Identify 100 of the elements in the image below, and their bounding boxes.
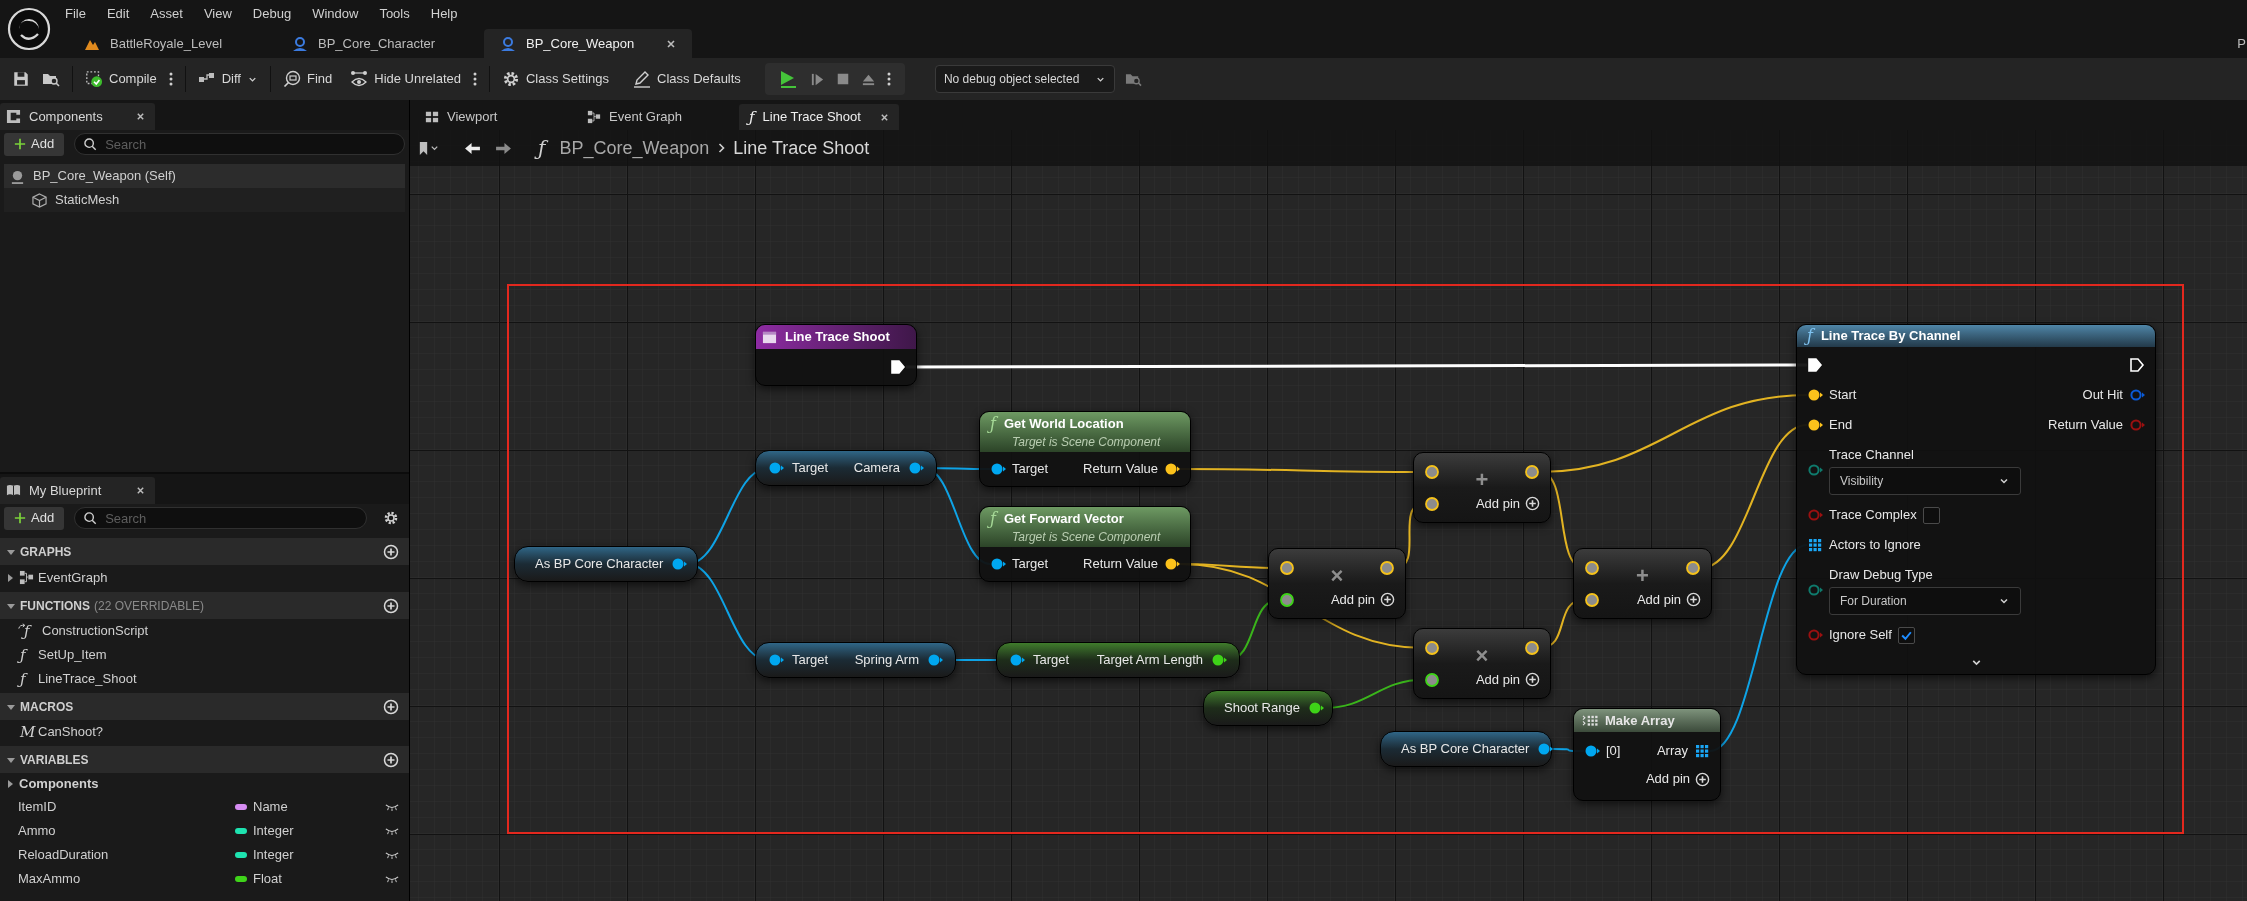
back-arrow-icon[interactable]	[464, 141, 481, 155]
add-pin-button[interactable]: Add pin	[1475, 494, 1540, 514]
data-pin[interactable]	[1424, 640, 1440, 656]
forward-arrow-icon[interactable]	[495, 141, 512, 155]
data-pin[interactable]	[990, 461, 1006, 477]
add-icon[interactable]	[383, 751, 399, 768]
menu-item[interactable]: Window	[305, 4, 366, 24]
data-pin[interactable]	[1164, 461, 1180, 477]
add-pin-button[interactable]: Add pin	[1330, 590, 1395, 610]
data-pin[interactable]	[1279, 560, 1295, 576]
breadcrumb-item[interactable]: Line Trace Shoot	[733, 134, 870, 162]
array-pin[interactable]	[1807, 537, 1823, 553]
list-item[interactable]: ReloadDuration Integer	[0, 843, 409, 867]
graph-node[interactable]: + Add pin	[1413, 452, 1551, 523]
toolbar-button[interactable]: Find	[276, 64, 339, 94]
exec-pin[interactable]	[2129, 357, 2145, 373]
add-icon[interactable]	[383, 543, 399, 560]
graph-tab[interactable]: Event Graph	[577, 104, 737, 130]
section-header[interactable]: MACROS	[0, 693, 409, 720]
data-pin[interactable]	[1584, 560, 1600, 576]
toolbar-button[interactable]: Diff	[191, 64, 264, 94]
list-item[interactable]: ƒ ConstructionScript	[0, 619, 409, 643]
panel-tab[interactable]: My Blueprint	[0, 477, 155, 504]
data-pin[interactable]	[1524, 464, 1540, 480]
expand-arrow-icon[interactable]	[5, 572, 15, 583]
closed-eye-icon[interactable]	[385, 826, 399, 836]
data-pin[interactable]	[1164, 556, 1180, 572]
data-pin[interactable]	[1211, 652, 1227, 668]
data-pin[interactable]	[1424, 464, 1440, 480]
data-pin[interactable]	[1584, 743, 1600, 759]
logo-icon[interactable]	[7, 7, 51, 51]
search-field[interactable]: Search	[74, 133, 405, 155]
add-button[interactable]: Add	[4, 132, 65, 156]
tree-item[interactable]: StaticMesh	[4, 188, 405, 212]
dropdown[interactable]: Visibility	[1829, 467, 2021, 496]
add-pin-button[interactable]: Add pin	[1475, 670, 1540, 690]
menu-item[interactable]: Edit	[99, 4, 137, 24]
toolbar-button[interactable]: Class Settings	[495, 64, 616, 94]
menu-item[interactable]: Help	[423, 4, 465, 24]
list-item[interactable]: M CanShoot?	[0, 720, 409, 744]
more-options-icon[interactable]	[472, 71, 477, 87]
graph-node[interactable]: × Add pin	[1413, 628, 1551, 699]
section-header[interactable]: FUNCTIONS (22 OVERRIDABLE)	[0, 592, 409, 619]
data-pin[interactable]	[1807, 417, 1823, 433]
data-pin[interactable]	[1537, 741, 1554, 757]
array-pin[interactable]	[1694, 743, 1710, 759]
document-tab[interactable]: BP_Core_Character	[276, 29, 484, 58]
menu-item[interactable]: Tools	[372, 4, 417, 24]
data-pin[interactable]	[768, 460, 784, 476]
toolbar-button[interactable]: Compile	[79, 64, 163, 94]
section-header[interactable]: GRAPHS	[0, 538, 409, 565]
graph-node[interactable]: As BP Core Character	[514, 546, 698, 582]
list-item[interactable]: Components	[0, 773, 409, 795]
graph-node[interactable]: Line Trace Shoot	[755, 324, 917, 386]
more-options-icon[interactable]	[887, 71, 892, 87]
settings-icon[interactable]	[383, 510, 399, 526]
data-pin[interactable]	[990, 556, 1006, 572]
more-options-icon[interactable]	[168, 71, 173, 87]
graph-node[interactable]: Shoot Range	[1203, 690, 1333, 726]
data-pin[interactable]	[1379, 560, 1395, 576]
list-item[interactable]: MaxAmmo Float	[0, 867, 409, 891]
graph-node[interactable]: × Add pin	[1268, 548, 1406, 619]
menu-item[interactable]: Asset	[143, 4, 190, 24]
checkbox[interactable]	[1897, 626, 1915, 644]
close-icon[interactable]	[136, 112, 145, 121]
graph-node[interactable]: Target Target Arm Length	[996, 642, 1240, 678]
stop-icon[interactable]	[835, 72, 850, 86]
menu-item[interactable]: Debug	[245, 4, 299, 24]
graph-node[interactable]: As BP Core Character	[1380, 731, 1552, 767]
add-icon[interactable]	[383, 698, 399, 715]
exec-pin[interactable]	[1807, 357, 1823, 373]
data-pin[interactable]	[1424, 671, 1440, 688]
data-pin[interactable]	[1307, 700, 1324, 716]
close-icon[interactable]	[136, 486, 145, 495]
search-field[interactable]: Search	[74, 507, 367, 529]
menu-item[interactable]: File	[58, 4, 93, 24]
checkbox[interactable]	[1922, 506, 1940, 524]
expand-arrow-icon[interactable]	[5, 779, 15, 789]
play-icon[interactable]	[778, 69, 799, 89]
data-pin[interactable]	[768, 652, 784, 668]
add-button[interactable]: Add	[4, 506, 65, 530]
data-pin[interactable]	[1584, 591, 1600, 608]
graph-node[interactable]: ƒ Get World Location Target is Scene Component Target Return Value	[979, 411, 1191, 487]
panel-tab[interactable]: Components	[0, 103, 155, 130]
add-pin-button[interactable]: Add pin	[1645, 766, 1710, 792]
list-item[interactable]: EventGraph	[0, 565, 409, 590]
data-pin[interactable]	[927, 652, 943, 668]
list-item[interactable]: ƒ SetUp_Item	[0, 643, 409, 667]
toolbar-button[interactable]: Hide Unrelated	[344, 64, 467, 94]
section-header[interactable]: VARIABLES	[0, 746, 409, 773]
document-tab[interactable]: BattleRoyale_Level	[68, 29, 276, 58]
folder-search-icon[interactable]	[1124, 71, 1142, 87]
data-pin[interactable]	[1807, 387, 1823, 403]
document-tab[interactable]: BP_Core_Weapon	[484, 29, 692, 58]
data-pin[interactable]	[1009, 652, 1025, 668]
data-pin[interactable]	[1424, 495, 1440, 512]
closed-eye-icon[interactable]	[385, 802, 399, 812]
graph-tab[interactable]: Viewport	[415, 104, 575, 130]
exec-pin[interactable]	[890, 359, 906, 375]
tree-item[interactable]: BP_Core_Weapon (Self)	[4, 164, 405, 188]
